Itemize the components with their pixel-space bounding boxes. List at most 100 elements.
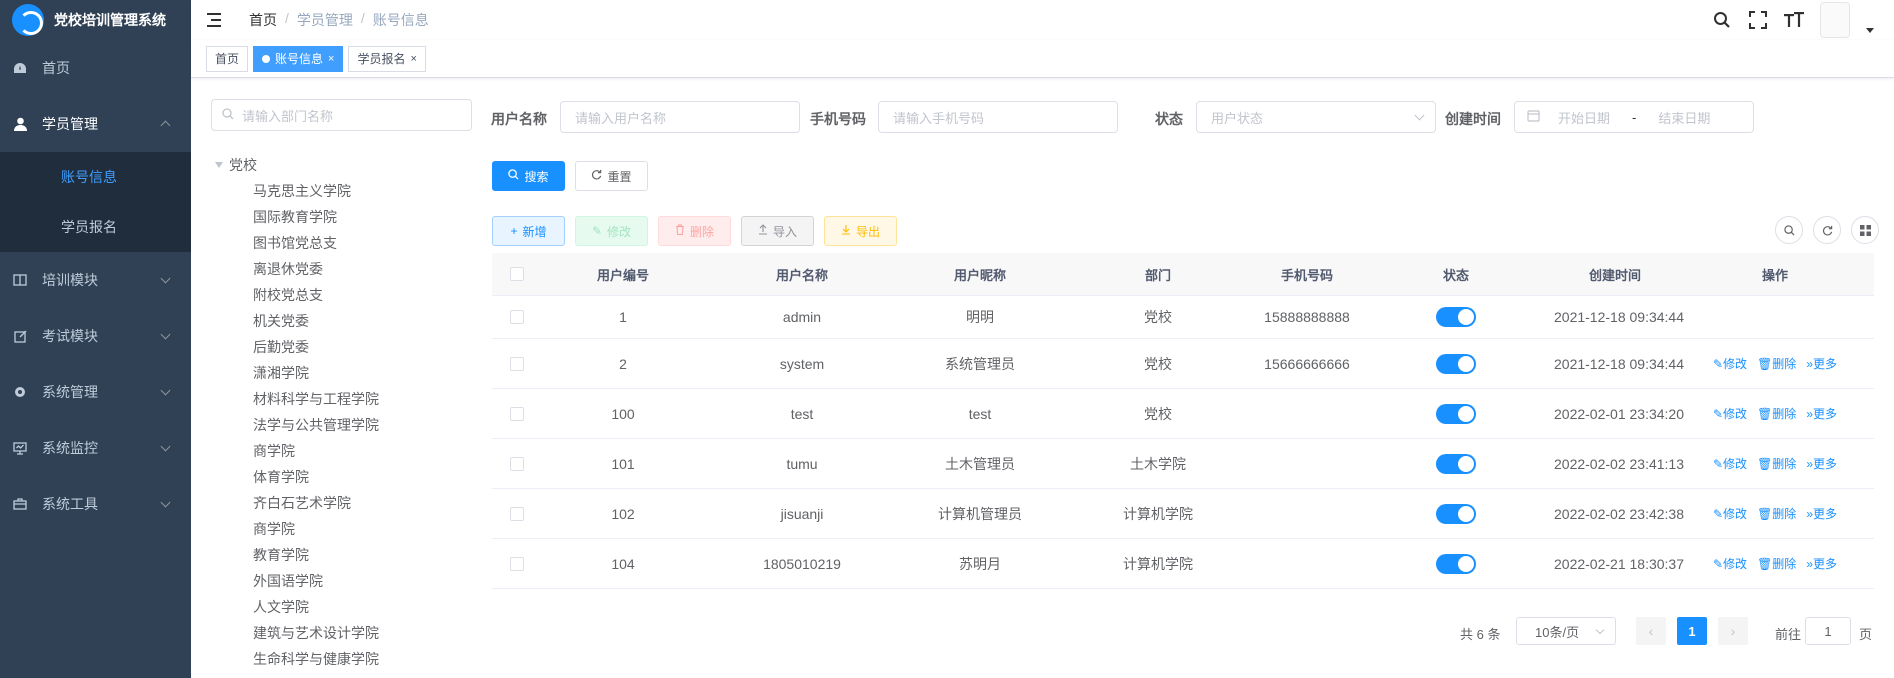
status-switch[interactable] <box>1436 503 1476 524</box>
font-size-icon[interactable] <box>1784 10 1804 30</box>
row-checkbox[interactable] <box>510 310 524 324</box>
end-date-placeholder[interactable]: 结束日期 <box>1658 108 1710 127</box>
row-checkbox[interactable] <box>510 456 524 471</box>
tree-node[interactable]: 马克思主义学院 <box>215 178 379 204</box>
page-number-button[interactable]: 1 <box>1677 617 1707 645</box>
caret-down-icon[interactable] <box>1866 27 1874 33</box>
row-more-button[interactable]: »更多 <box>1806 505 1837 522</box>
row-edit-button[interactable]: ✎修改 <box>1713 355 1747 372</box>
app-logo[interactable]: 党校培训管理系统 <box>0 0 191 40</box>
tree-node[interactable]: 建筑与艺术设计学院 <box>215 620 379 646</box>
tree-node[interactable]: 商学院 <box>215 516 379 542</box>
columns-icon[interactable] <box>1851 216 1879 244</box>
tree-node[interactable]: 教育学院 <box>215 542 379 568</box>
row-delete-button[interactable]: 🗑删除 <box>1757 455 1796 472</box>
goto-page-input[interactable]: 1 <box>1805 617 1851 645</box>
status-switch[interactable] <box>1436 453 1476 474</box>
status-switch[interactable] <box>1436 403 1476 424</box>
row-edit-button[interactable]: ✎修改 <box>1713 505 1747 522</box>
date-range-picker[interactable]: 开始日期 - 结束日期 <box>1514 101 1754 133</box>
tab-student-enroll[interactable]: 学员报名 × <box>348 45 426 72</box>
table-row[interactable]: 1 admin 明明 党校 15888888888 2021-12-18 09:34:44 <box>492 296 1874 339</box>
tree-node[interactable]: 体育学院 <box>215 464 379 490</box>
select-all-checkbox[interactable] <box>510 267 524 281</box>
search-icon[interactable] <box>1712 10 1732 30</box>
row-more-button[interactable]: »更多 <box>1806 555 1837 572</box>
tab-home[interactable]: 首页 <box>206 45 249 72</box>
tree-node[interactable]: 离退休党委 <box>215 256 379 282</box>
row-more-button[interactable]: »更多 <box>1806 405 1837 422</box>
tree-node[interactable]: 人文学院 <box>215 594 379 620</box>
status-switch[interactable] <box>1436 307 1476 327</box>
sidebar-item[interactable]: 系统管理 <box>0 364 191 420</box>
table-row[interactable]: 102 jisuanji 计算机管理员 计算机学院 2022-02-02 23:42:3… <box>492 489 1874 539</box>
status-switch[interactable] <box>1436 553 1476 574</box>
tree-node[interactable]: 图书馆党总支 <box>215 230 379 256</box>
tree-node[interactable]: 材料科学与工程学院 <box>215 386 379 412</box>
submenu-item[interactable]: 账号信息 <box>0 152 191 202</box>
sidebar-item[interactable]: 学员管理 <box>0 96 191 152</box>
sidebar-item[interactable]: 培训模块 <box>0 252 191 308</box>
fullscreen-icon[interactable] <box>1748 10 1768 30</box>
row-more-button[interactable]: »更多 <box>1806 355 1837 372</box>
row-checkbox[interactable] <box>510 506 524 521</box>
phone-input[interactable]: 请输入手机号码 <box>878 101 1118 133</box>
row-checkbox[interactable] <box>510 406 524 421</box>
row-edit-button[interactable]: ✎修改 <box>1713 405 1747 422</box>
tree-node[interactable]: 齐白石艺术学院 <box>215 490 379 516</box>
table-row[interactable]: 100 test test 党校 2022-02-01 23:34:20 ✎修改 🗑删除 »更… <box>492 389 1874 439</box>
tree-node[interactable]: 国际教育学院 <box>215 204 379 230</box>
tab-account-info[interactable]: 账号信息 × <box>253 45 344 72</box>
delete-button[interactable]: 删除 <box>658 216 731 246</box>
start-date-placeholder[interactable]: 开始日期 <box>1558 108 1610 127</box>
tree-node[interactable]: 机关党委 <box>215 308 379 334</box>
row-delete-button[interactable]: 🗑删除 <box>1757 405 1796 422</box>
edit-button[interactable]: ✎ 修改 <box>575 216 648 246</box>
search-button[interactable]: 搜索 <box>492 161 565 191</box>
add-button[interactable]: + 新增 <box>492 216 565 246</box>
table-row[interactable]: 104 1805010219 苏明月 计算机学院 2022-02-21 18:30:37… <box>492 539 1874 589</box>
table-row[interactable]: 101 tumu 土木管理员 土木学院 2022-02-02 23:41:13 ✎修改 🗑删… <box>492 439 1874 489</box>
import-button[interactable]: 导入 <box>741 216 814 246</box>
expand-triangle-icon[interactable] <box>215 162 223 168</box>
edit-icon: ✎ <box>1712 457 1724 471</box>
hamburger-icon[interactable] <box>207 13 225 27</box>
breadcrumb-item-home[interactable]: 首页 <box>249 10 277 30</box>
reset-button[interactable]: 重置 <box>575 161 648 191</box>
status-switch[interactable] <box>1436 353 1476 374</box>
tree-node[interactable]: 后勤党委 <box>215 334 379 360</box>
username-input[interactable]: 请输入用户名称 <box>560 101 800 133</box>
next-page-button[interactable]: › <box>1718 617 1748 645</box>
sidebar-item[interactable]: 系统工具 <box>0 476 191 532</box>
close-icon[interactable]: × <box>410 47 416 71</box>
toggle-search-icon[interactable] <box>1775 216 1803 244</box>
tree-node[interactable]: 潇湘学院 <box>215 360 379 386</box>
row-delete-button[interactable]: 🗑删除 <box>1757 355 1796 372</box>
tree-node-root[interactable]: 党校 <box>215 152 379 178</box>
prev-page-button[interactable]: ‹ <box>1636 617 1666 645</box>
avatar[interactable] <box>1820 2 1850 38</box>
tree-node[interactable]: 法学与公共管理学院 <box>215 412 379 438</box>
sidebar-item[interactable]: 首页 <box>0 40 191 96</box>
row-delete-button[interactable]: 🗑删除 <box>1757 505 1796 522</box>
tree-node[interactable]: 附校党总支 <box>215 282 379 308</box>
sidebar-item[interactable]: 考试模块 <box>0 308 191 364</box>
table-row[interactable]: 2 system 系统管理员 党校 15666666666 2021-12-18 09:3… <box>492 339 1874 389</box>
row-edit-button[interactable]: ✎修改 <box>1713 455 1747 472</box>
row-checkbox[interactable] <box>510 356 524 371</box>
page-size-select[interactable]: 10条/页 <box>1516 617 1616 645</box>
sidebar-item[interactable]: 系统监控 <box>0 420 191 476</box>
tree-node[interactable]: 生命科学与健康学院 <box>215 646 379 672</box>
export-button[interactable]: 导出 <box>824 216 897 246</box>
submenu-item[interactable]: 学员报名 <box>0 202 191 252</box>
row-edit-button[interactable]: ✎修改 <box>1713 555 1747 572</box>
status-select[interactable]: 用户状态 <box>1196 101 1436 133</box>
tree-node[interactable]: 商学院 <box>215 438 379 464</box>
tree-node[interactable]: 外国语学院 <box>215 568 379 594</box>
dept-search-input[interactable]: 请输入部门名称 <box>211 99 472 131</box>
row-delete-button[interactable]: 🗑删除 <box>1757 555 1796 572</box>
row-more-button[interactable]: »更多 <box>1806 455 1837 472</box>
close-icon[interactable]: × <box>328 47 334 71</box>
refresh-icon[interactable] <box>1813 216 1841 244</box>
row-checkbox[interactable] <box>510 556 524 571</box>
